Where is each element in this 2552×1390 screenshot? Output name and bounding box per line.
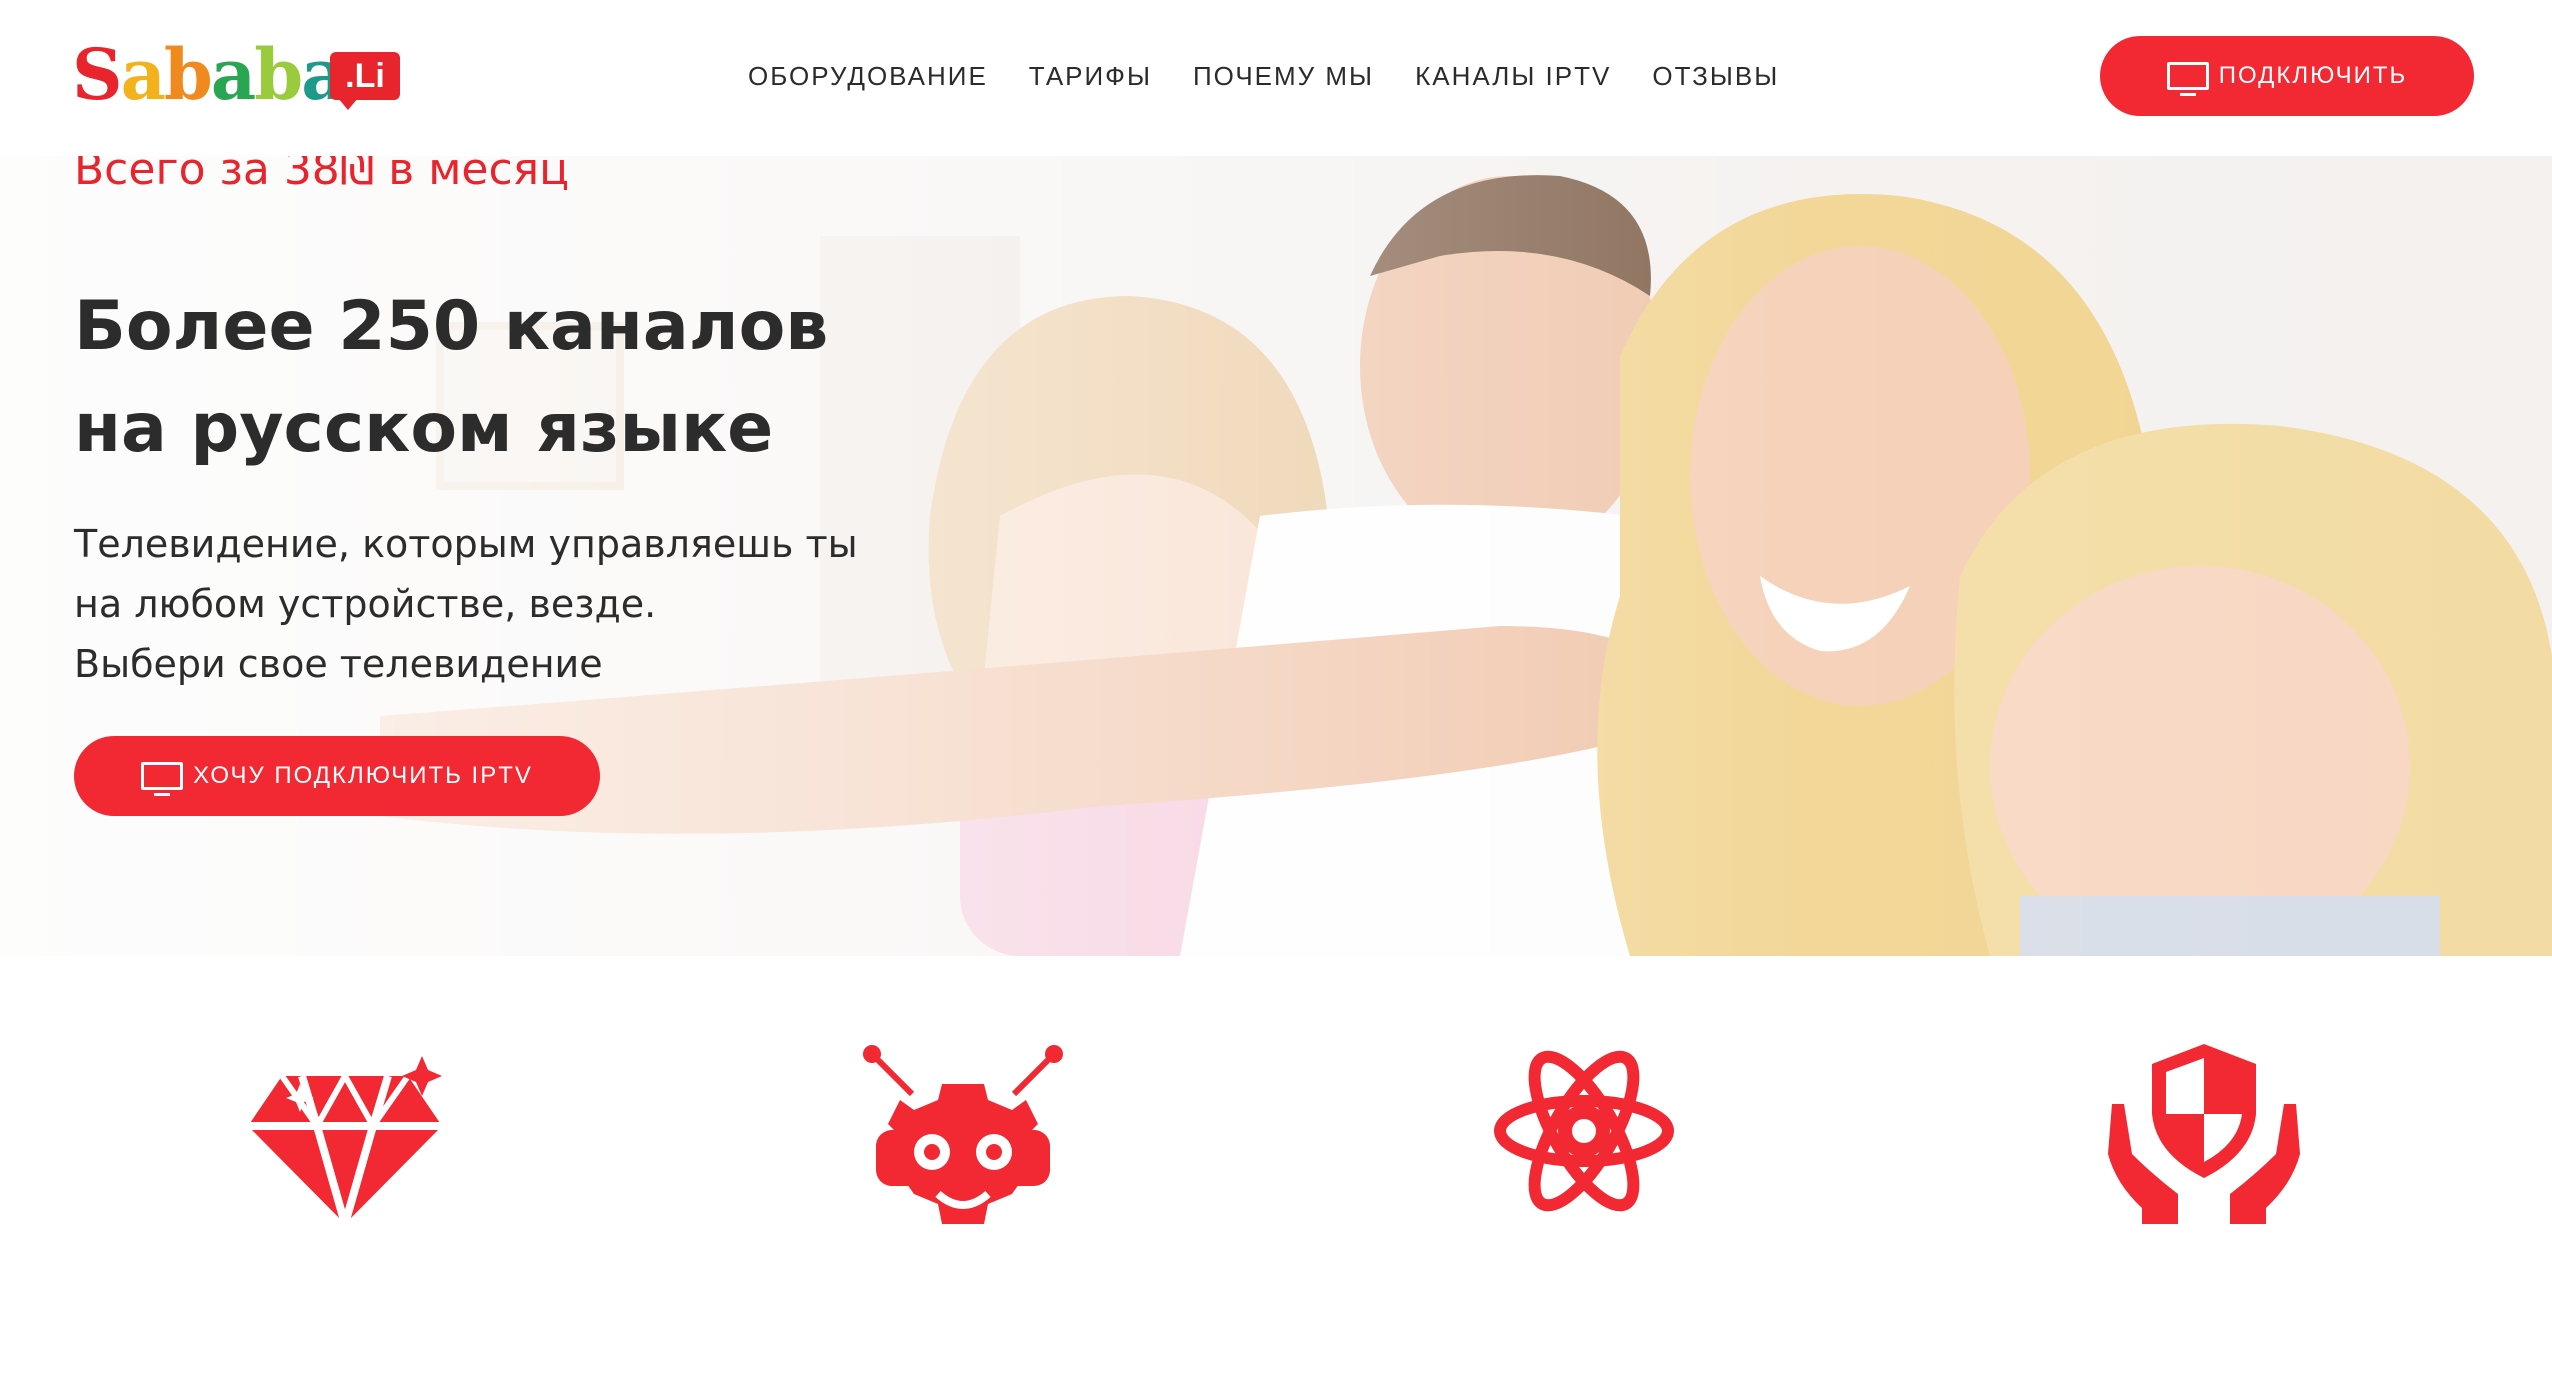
hero-subtitle: Телевидение, которым управляешь ты на лю… xyxy=(74,514,1074,694)
hero-title-line: на русском языке xyxy=(74,389,774,468)
price-line: Всего за 38₪ в месяц xyxy=(74,156,570,195)
nav-item-why-us[interactable]: ПОЧЕМУ МЫ xyxy=(1193,56,1374,96)
nav-item-equipment[interactable]: ОБОРУДОВАНИЕ xyxy=(748,56,988,96)
connect-button-label: ПОДКЛЮЧИТЬ xyxy=(2218,62,2408,89)
atom-icon xyxy=(1494,1050,1674,1212)
hero-subtitle-line: на любом устройстве, везде. xyxy=(74,582,657,626)
nav-item-reviews[interactable]: ОТЗЫВЫ xyxy=(1652,56,1779,96)
features-section xyxy=(0,956,2552,1390)
hands-shield-icon xyxy=(2108,1044,2300,1224)
hero-section: Всего за 38₪ в месяц Более 250 каналов н… xyxy=(0,156,2552,956)
connect-button[interactable]: ПОДКЛЮЧИТЬ xyxy=(2100,36,2474,116)
logo-wordmark: Sababa xyxy=(72,33,347,116)
tv-icon xyxy=(2166,62,2209,96)
sababa-logo[interactable]: Sababa .Li xyxy=(72,40,402,110)
connect-iptv-button[interactable]: ХОЧУ ПОДКЛЮЧИТЬ IPTV xyxy=(74,736,600,816)
logo-badge: .Li xyxy=(330,52,400,110)
tv-icon xyxy=(141,762,184,796)
hero-title: Более 250 каналов на русском языке xyxy=(74,276,974,480)
hero-subtitle-line: Телевидение, которым управляешь ты xyxy=(74,522,858,566)
nav-item-tariffs[interactable]: ТАРИФЫ xyxy=(1029,56,1152,96)
connect-iptv-button-label: ХОЧУ ПОДКЛЮЧИТЬ IPTV xyxy=(193,762,533,789)
hero-title-line: Более 250 каналов xyxy=(74,287,829,366)
site-header: Sababa .Li ОБОРУДОВАНИЕ ТАРИФЫ ПОЧЕМУ МЫ… xyxy=(0,0,2552,156)
hero-subtitle-line: Выбери свое телевидение xyxy=(74,642,603,686)
robot-gear-icon xyxy=(863,1045,1063,1224)
diamond-icon xyxy=(248,1056,442,1226)
main-nav: ОБОРУДОВАНИЕ ТАРИФЫ ПОЧЕМУ МЫ КАНАЛЫ IPT… xyxy=(748,56,1820,96)
nav-item-iptv-channels[interactable]: КАНАЛЫ IPTV xyxy=(1415,56,1611,96)
